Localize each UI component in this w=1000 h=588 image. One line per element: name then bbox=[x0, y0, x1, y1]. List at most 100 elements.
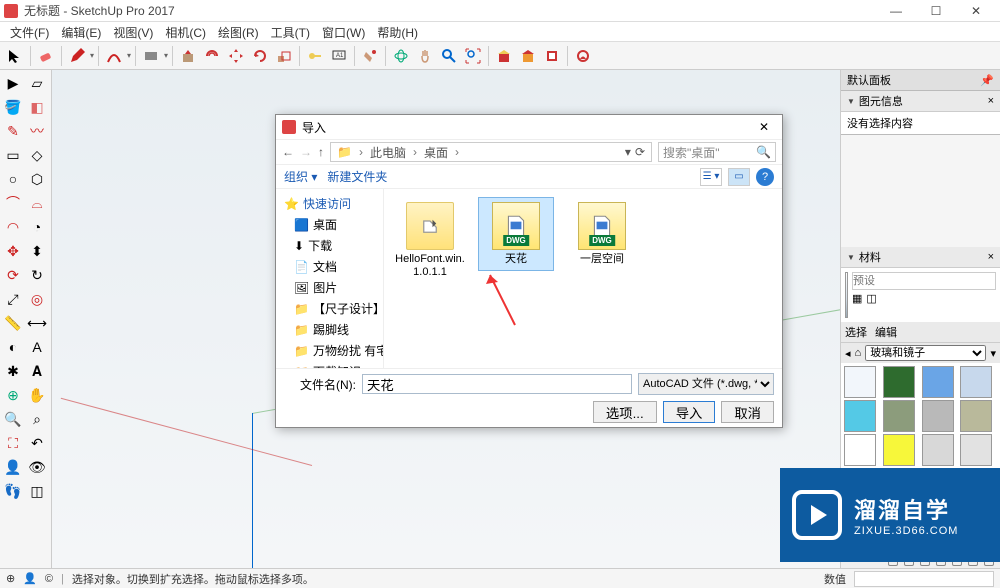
back-icon[interactable]: ◂ bbox=[845, 347, 851, 360]
file-item[interactable]: HelloFont.win.1.0.1.1 bbox=[392, 197, 468, 284]
layout-icon[interactable] bbox=[572, 45, 594, 67]
move-tool[interactable]: ✥ bbox=[2, 240, 24, 262]
eraser-icon[interactable] bbox=[35, 45, 57, 67]
import-button[interactable]: 导入 bbox=[663, 401, 716, 423]
material-swatch[interactable] bbox=[844, 434, 876, 466]
menu-tools[interactable]: 工具(T) bbox=[265, 22, 316, 41]
tree-item[interactable]: ⬇ 下载 bbox=[276, 235, 383, 256]
material-swatch[interactable] bbox=[960, 434, 992, 466]
tab-select[interactable]: 选择 bbox=[845, 324, 867, 340]
refresh-icon[interactable]: ⟳ bbox=[635, 145, 645, 159]
rect-tool[interactable]: ▭ bbox=[2, 144, 24, 166]
file-list[interactable]: HelloFont.win.1.0.1.1天花一层空间 bbox=[384, 189, 782, 368]
followme-tool[interactable]: ↻ bbox=[26, 264, 48, 286]
material-swatch[interactable] bbox=[883, 366, 915, 398]
zoomext-tool[interactable]: ⛶ bbox=[2, 432, 24, 454]
protractor-tool[interactable]: ◐ bbox=[2, 336, 24, 358]
view-mode-button[interactable]: ☰ ▾ bbox=[700, 168, 722, 186]
material-preview[interactable] bbox=[845, 272, 848, 318]
tree-item[interactable]: 📁 下载知识 bbox=[276, 361, 383, 368]
help-icon[interactable]: ? bbox=[756, 168, 774, 186]
prev-tool[interactable]: ↶ bbox=[26, 432, 48, 454]
organize-button[interactable]: 组织 ▾ bbox=[284, 168, 317, 185]
line-tool[interactable]: ✎ bbox=[2, 120, 24, 142]
cancel-button[interactable]: 取消 bbox=[721, 401, 774, 423]
menu-file[interactable]: 文件(F) bbox=[4, 22, 55, 41]
material-swatch[interactable] bbox=[922, 366, 954, 398]
polygon-tool[interactable]: ⬡ bbox=[26, 168, 48, 190]
section-tool[interactable]: ◫ bbox=[26, 480, 48, 502]
move-icon[interactable] bbox=[225, 45, 247, 67]
offset-tool[interactable]: ◎ bbox=[26, 288, 48, 310]
tape-icon[interactable] bbox=[304, 45, 326, 67]
nav-up-icon[interactable]: ↑ bbox=[318, 145, 324, 159]
walk-tool[interactable]: 👣 bbox=[2, 480, 24, 502]
file-item[interactable]: 天花 bbox=[478, 197, 554, 271]
rectangle-icon[interactable] bbox=[140, 45, 162, 67]
tree-item[interactable]: 🟦 桌面 bbox=[276, 214, 383, 235]
measure-input[interactable] bbox=[854, 571, 994, 587]
tree-quickaccess[interactable]: ⭐ 快速访问 bbox=[276, 193, 383, 214]
material-name-input[interactable] bbox=[852, 272, 996, 290]
tree-item[interactable]: 📁 【尺子设计】原... bbox=[276, 298, 383, 319]
select-icon[interactable] bbox=[4, 45, 26, 67]
close-button[interactable]: ✕ bbox=[956, 0, 996, 22]
tree-item[interactable]: 📄 文档 bbox=[276, 256, 383, 277]
preview-toggle-button[interactable]: ▭ bbox=[728, 168, 750, 186]
menu-camera[interactable]: 相机(C) bbox=[159, 22, 212, 41]
menu-icon[interactable]: ▾ bbox=[990, 347, 996, 360]
panel-close-icon[interactable]: × bbox=[988, 251, 994, 263]
arc3-tool[interactable]: ◠ bbox=[2, 216, 24, 238]
paint-tool[interactable]: 🪣 bbox=[2, 96, 24, 118]
file-item[interactable]: 一层空间 bbox=[564, 197, 640, 271]
panel-close-icon[interactable]: × bbox=[988, 95, 994, 107]
breadcrumb[interactable]: 📁 此电脑 桌面 ▾⟳ bbox=[330, 142, 652, 162]
material-swatch[interactable] bbox=[844, 400, 876, 432]
zoom-tool[interactable]: 🔍 bbox=[2, 408, 24, 430]
component-tool[interactable]: ▱ bbox=[26, 72, 48, 94]
zoom-icon[interactable] bbox=[438, 45, 460, 67]
credit-icon[interactable]: © bbox=[45, 573, 53, 585]
tab-edit[interactable]: 编辑 bbox=[875, 324, 897, 340]
pan-tool[interactable]: ✋ bbox=[26, 384, 48, 406]
nav-back-icon[interactable]: ← bbox=[282, 145, 294, 159]
user-icon[interactable]: 👤 bbox=[23, 572, 37, 585]
filetype-select[interactable]: AutoCAD 文件 (*.dwg, *.dxf) bbox=[638, 373, 774, 395]
freehand-tool[interactable]: 〰 bbox=[26, 120, 48, 142]
options-button[interactable]: 选项... bbox=[593, 401, 657, 423]
text-tool[interactable]: A bbox=[26, 336, 48, 358]
dim-tool[interactable]: ⟷ bbox=[26, 312, 48, 334]
rotate-icon[interactable] bbox=[249, 45, 271, 67]
pencil-icon[interactable] bbox=[66, 45, 88, 67]
paint-icon[interactable] bbox=[359, 45, 381, 67]
dialog-close-button[interactable]: ✕ bbox=[752, 117, 776, 137]
menu-help[interactable]: 帮助(H) bbox=[371, 22, 424, 41]
home-icon[interactable]: ⌂ bbox=[855, 347, 862, 359]
orbit-tool[interactable]: ⊕ bbox=[2, 384, 24, 406]
rotrect-tool[interactable]: ◇ bbox=[26, 144, 48, 166]
material-library-select[interactable]: 玻璃和镜子 bbox=[865, 345, 986, 361]
tree-item[interactable]: 📁 踢脚线 bbox=[276, 319, 383, 340]
circle-tool[interactable]: ○ bbox=[2, 168, 24, 190]
search-icon[interactable]: 🔍 bbox=[756, 145, 771, 159]
pan-icon[interactable] bbox=[414, 45, 436, 67]
zoomwin-tool[interactable]: ⌕ bbox=[26, 408, 48, 430]
arc-tool[interactable]: ⌒ bbox=[2, 192, 24, 214]
material-swatch[interactable] bbox=[883, 434, 915, 466]
materials-header[interactable]: ▼材料× bbox=[841, 247, 1000, 268]
axes-tool[interactable]: ✱ bbox=[2, 360, 24, 382]
default-material-icon[interactable]: ◫ bbox=[866, 292, 876, 305]
material-swatch[interactable] bbox=[922, 400, 954, 432]
newfolder-button[interactable]: 新建文件夹 bbox=[327, 168, 387, 185]
3dtext-tool[interactable]: 𝐀 bbox=[26, 360, 48, 382]
menu-edit[interactable]: 编辑(E) bbox=[55, 22, 107, 41]
scale-icon[interactable] bbox=[273, 45, 295, 67]
arc-icon[interactable] bbox=[103, 45, 125, 67]
offset-icon[interactable] bbox=[201, 45, 223, 67]
warehouse2-icon[interactable] bbox=[517, 45, 539, 67]
warehouse-icon[interactable] bbox=[493, 45, 515, 67]
filename-input[interactable] bbox=[362, 374, 632, 394]
pushpull-tool[interactable]: ⬍ bbox=[26, 240, 48, 262]
tray-pin-icon[interactable]: 📌 bbox=[980, 74, 994, 87]
pushpull-icon[interactable] bbox=[177, 45, 199, 67]
